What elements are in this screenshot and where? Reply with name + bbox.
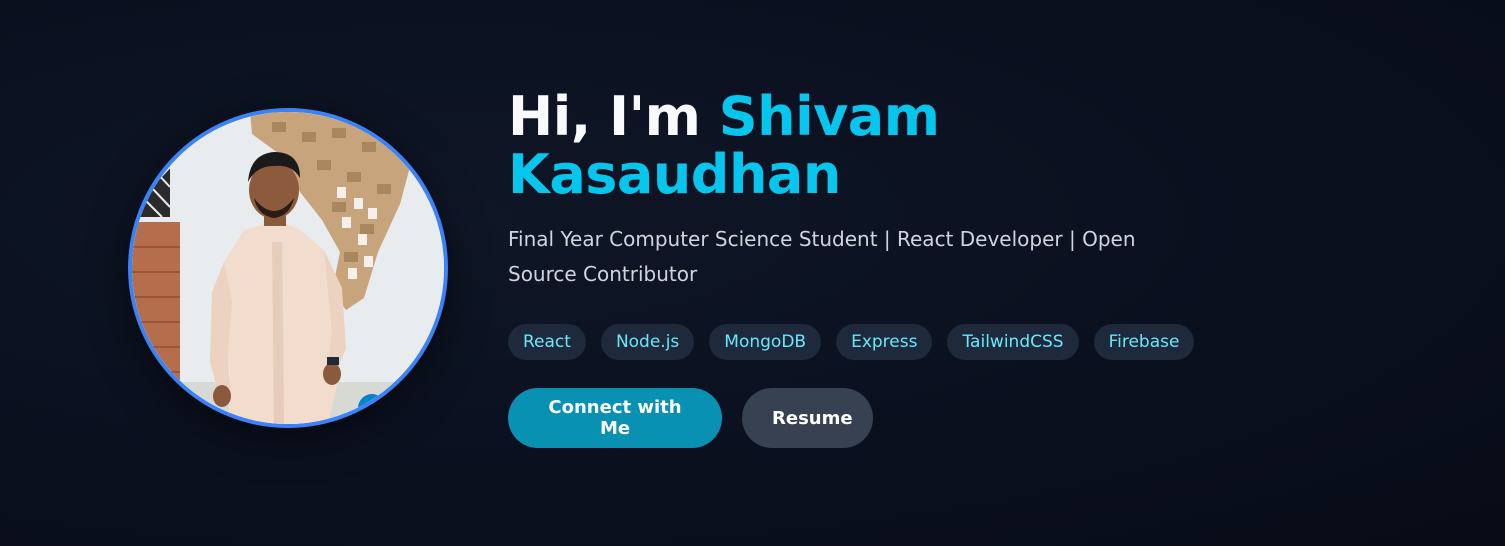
tag-mongodb: MongoDB [709, 324, 822, 360]
avatar [128, 108, 448, 428]
tag-react: React [508, 324, 586, 360]
name-first: Shivam [718, 85, 940, 148]
tag-nodejs: Node.js [600, 324, 695, 360]
name-last: Kasaudhan [508, 143, 841, 206]
tag-firebase: Firebase [1093, 324, 1195, 360]
tag-tailwindcss: TailwindCSS [947, 324, 1079, 360]
connect-button[interactable]: Connect with Me [508, 388, 722, 448]
resume-button[interactable]: Resume [742, 388, 873, 448]
hero-section: Hi, I'm Shivam Kasaudhan Final Year Comp… [0, 0, 1505, 546]
hero-subtitle: Final Year Computer Science Student | Re… [508, 227, 1136, 286]
skill-tags: React Node.js MongoDB Express TailwindCS… [508, 324, 1228, 360]
hero-actions: Connect with Me Resume [508, 388, 1228, 448]
page-title: Hi, I'm Shivam Kasaudhan [508, 88, 1228, 204]
profile-photo [132, 112, 444, 424]
tag-express: Express [836, 324, 933, 360]
greeting-text: Hi, I'm [508, 85, 701, 148]
hero-content: Hi, I'm Shivam Kasaudhan Final Year Comp… [508, 88, 1228, 448]
